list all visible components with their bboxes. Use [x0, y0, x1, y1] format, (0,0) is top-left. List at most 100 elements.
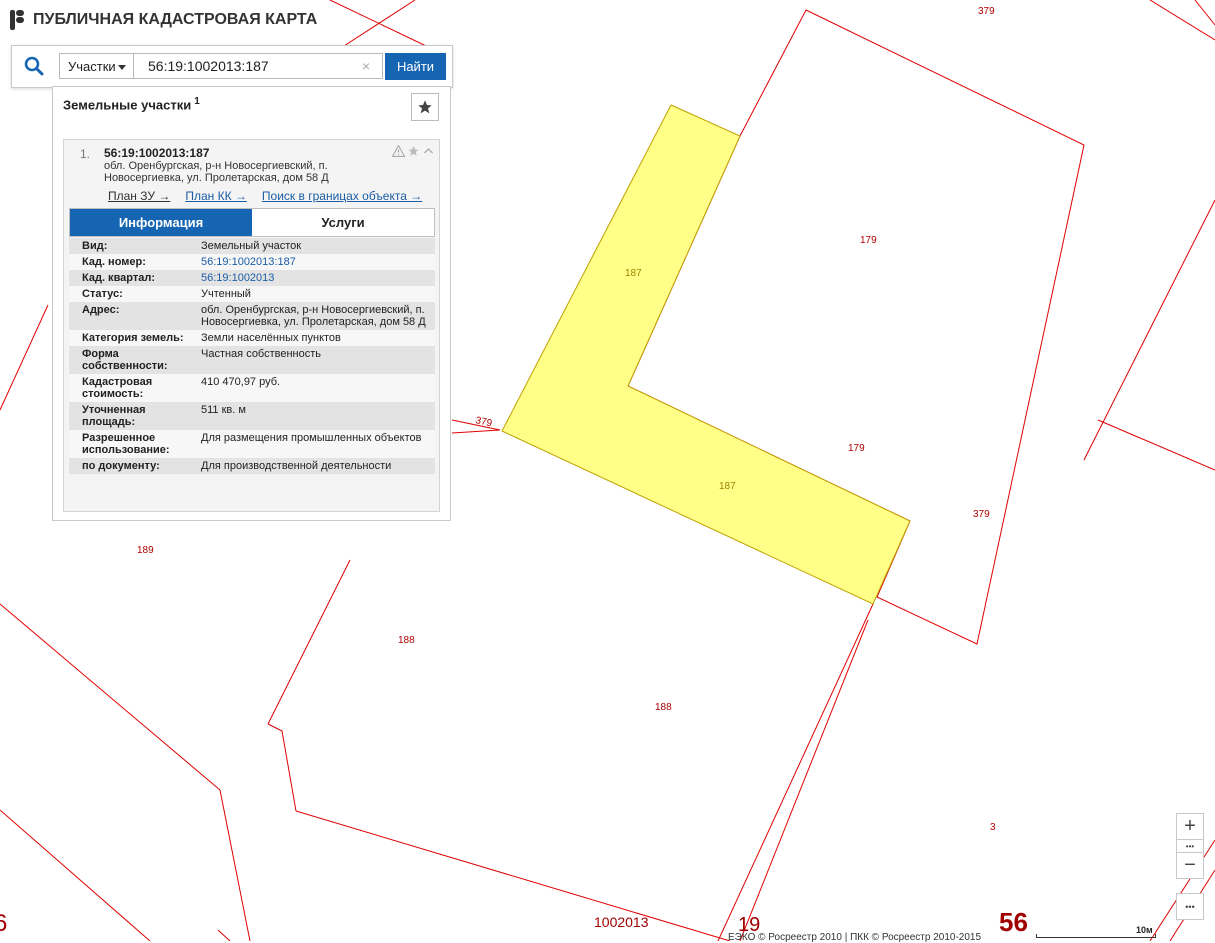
- copyright-text: ЕЭКО © Росреестр 2010 | ПКК © Росреестр …: [728, 932, 982, 943]
- card-tools: [392, 145, 435, 157]
- app-header: ПУБЛИЧНАЯ КАДАСТРОВАЯ КАРТА: [10, 10, 317, 30]
- info-row: Уточненная площадь: 511 кв. м: [69, 402, 435, 430]
- info-row: Кад. квартал: 56:19:1002013: [69, 270, 435, 286]
- info-key: Разрешенное использование:: [82, 432, 170, 456]
- results-count: 1: [194, 96, 200, 107]
- info-row: Вид: Земельный участок: [69, 238, 435, 254]
- quarter-label: 1002013: [594, 914, 649, 930]
- info-key: Кад. номер:: [82, 256, 146, 268]
- zoom-out-button[interactable]: −: [1176, 852, 1204, 879]
- region-label: 56: [999, 907, 1028, 937]
- clear-icon[interactable]: ×: [362, 58, 370, 74]
- info-key: Адрес:: [82, 304, 120, 316]
- star-icon: [418, 100, 432, 114]
- result-links: План ЗУ → План КК → Поиск в границах объ…: [108, 189, 422, 203]
- parcel-label: 188: [655, 702, 672, 713]
- boundary-line: [1194, 0, 1215, 26]
- info-row: по документу: Для производственной деятел…: [69, 458, 435, 474]
- info-key: Форма собственности:: [82, 348, 168, 372]
- tab-services[interactable]: Услуги: [252, 209, 434, 236]
- region-label-left: 6: [0, 910, 7, 937]
- cad-number-link[interactable]: 56:19:1002013:187: [193, 254, 435, 270]
- info-key: по документу:: [82, 460, 160, 472]
- info-value: Земли населённых пунктов: [201, 332, 341, 344]
- info-value: 511 кв. м: [201, 404, 246, 416]
- info-value: Частная собственность: [201, 348, 322, 360]
- info-key: Категория земель:: [82, 332, 184, 344]
- boundary-line: [267, 723, 297, 812]
- parcel-label: 188: [398, 635, 415, 646]
- search-type-select[interactable]: Участки: [59, 53, 133, 79]
- info-row: Кадастровая стоимость: 410 470,97 руб.: [69, 374, 435, 402]
- result-card[interactable]: 1. 56:19:1002013:187 обл. Оренбургская, …: [63, 139, 440, 512]
- chevron-down-icon: [118, 65, 126, 70]
- parcel-label: 189: [137, 545, 154, 556]
- info-key: Кад. квартал:: [82, 272, 156, 284]
- search-bar: Участки × Найти: [11, 45, 453, 88]
- boundary-line: [739, 619, 869, 941]
- info-value: Земельный участок: [201, 240, 302, 252]
- info-value: обл. Оренбургская, р-н Новосергиевский, …: [201, 304, 426, 328]
- boundary-line: [0, 809, 151, 941]
- more-tools-button[interactable]: •••: [1176, 893, 1204, 920]
- cad-quarter-link[interactable]: 56:19:1002013: [193, 270, 435, 286]
- search-in-bounds-link[interactable]: Поиск в границах объекта →: [262, 189, 422, 203]
- more-dots-icon: •••: [1185, 841, 1195, 851]
- parcel-label: 379: [973, 509, 990, 520]
- parcel-label: 187: [719, 481, 736, 492]
- info-key: Кадастровая стоимость:: [82, 376, 153, 400]
- info-row: Категория земель: Земли населённых пункто…: [69, 330, 435, 346]
- parcel-label: 187: [625, 268, 642, 279]
- favorite-button[interactable]: [411, 93, 439, 121]
- minus-icon: −: [1184, 854, 1196, 876]
- info-value: Для размещения промышленных объектов: [201, 432, 422, 444]
- boundary-line: [295, 810, 731, 941]
- info-value: Для производственной деятельности: [201, 460, 392, 472]
- boundary-line: [1083, 199, 1215, 461]
- chevron-up-icon[interactable]: [422, 145, 435, 157]
- search-icon[interactable]: [22, 54, 46, 78]
- result-index: 1.: [80, 147, 91, 161]
- plus-icon: +: [1184, 815, 1196, 837]
- info-value: Учтенный: [201, 288, 251, 300]
- panel-title: Земельные участки 1: [63, 96, 200, 112]
- boundary-line: [717, 603, 874, 941]
- result-cad-number: 56:19:1002013:187: [104, 146, 210, 160]
- info-row: Форма собственности: Частная собственност…: [69, 346, 435, 374]
- info-table: Вид: Земельный участок Кад. номер: 56:19:1…: [69, 238, 435, 474]
- tab-info[interactable]: Информация: [70, 209, 252, 236]
- more-dots-icon: •••: [1185, 901, 1195, 912]
- boundary-line: [1149, 0, 1215, 41]
- boundary-line: [0, 304, 49, 411]
- panel-title-text: Земельные участки: [63, 97, 192, 113]
- results-panel: Земельные участки 1 1. 56:19:1002013:187 …: [52, 86, 451, 521]
- parcel-label: 179: [860, 235, 877, 246]
- parcel-label: 379: [474, 415, 493, 429]
- find-button[interactable]: Найти: [385, 53, 446, 80]
- info-key: Уточненная площадь:: [82, 404, 146, 428]
- search-input[interactable]: [133, 53, 383, 79]
- info-row: Адрес: обл. Оренбургская, р-н Новосергиев…: [69, 302, 435, 330]
- selected-parcel-187: [501, 104, 911, 605]
- plan-zu-link[interactable]: План ЗУ →: [108, 189, 170, 203]
- boundary-line: [217, 929, 231, 941]
- parcel-label: 379: [978, 6, 995, 17]
- warning-icon[interactable]: [392, 145, 405, 157]
- search-type-label: Участки: [68, 59, 116, 74]
- info-row: Разрешенное использование: Для размещения…: [69, 430, 435, 458]
- zoom-levels-button[interactable]: •••: [1176, 840, 1204, 852]
- logo-icon: [10, 10, 24, 30]
- parcel-label: 3: [990, 822, 996, 833]
- result-address: обл. Оренбургская, р-н Новосергиевский, …: [104, 160, 329, 184]
- info-key: Статус:: [82, 288, 123, 300]
- boundary-line: [267, 559, 351, 725]
- zoom-in-button[interactable]: +: [1176, 813, 1204, 840]
- info-row: Кад. номер: 56:19:1002013:187: [69, 254, 435, 270]
- app-title: ПУБЛИЧНАЯ КАДАСТРОВАЯ КАРТА: [33, 11, 318, 28]
- plan-kk-link[interactable]: План КК →: [185, 189, 247, 203]
- boundary-line: [1097, 419, 1215, 471]
- info-key: Вид:: [82, 240, 108, 252]
- boundary-line: [0, 603, 251, 941]
- parcel-label: 179: [848, 443, 865, 454]
- star-icon[interactable]: [407, 145, 420, 157]
